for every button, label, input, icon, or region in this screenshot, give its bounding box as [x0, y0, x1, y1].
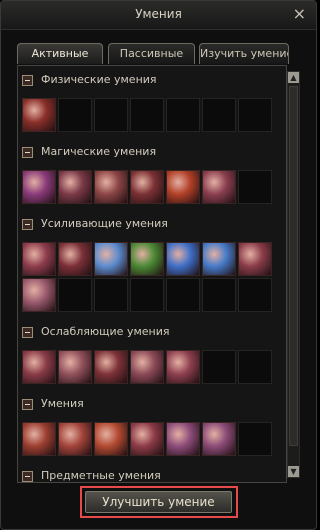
- empty-skill-slot: [94, 278, 128, 312]
- red-seal-skill-icon[interactable]: [166, 350, 200, 384]
- empty-skill-slot: [202, 278, 236, 312]
- shadow-claw-skill-icon[interactable]: [58, 170, 92, 204]
- skill-section-0: Физические умения: [22, 72, 282, 132]
- purple-orb-skill-icon[interactable]: [22, 170, 56, 204]
- section-header[interactable]: Усиливающие умения: [22, 216, 282, 234]
- empty-skill-slot: [58, 98, 92, 132]
- empty-skill-slot: [238, 98, 272, 132]
- skill-section-5: Предметные умения: [22, 468, 282, 482]
- section-header[interactable]: Ослабляющие умения: [22, 324, 282, 342]
- skill-grid: [22, 242, 282, 312]
- collapse-minus-icon[interactable]: [22, 75, 33, 86]
- skill-grid: [22, 170, 282, 204]
- wing-skill-icon[interactable]: [58, 422, 92, 456]
- summon-figure-skill-icon[interactable]: [202, 170, 236, 204]
- purple-guard-skill-icon[interactable]: [166, 422, 200, 456]
- empty-skill-slot: [130, 278, 164, 312]
- section-header[interactable]: Предметные умения: [22, 468, 282, 482]
- section-label: Ослабляющие умения: [41, 325, 170, 338]
- skill-section-2: Усиливающие умения: [22, 216, 282, 312]
- flame-wave-skill-icon[interactable]: [94, 422, 128, 456]
- skill-grid: [22, 350, 282, 384]
- skill-section-3: Ослабляющие умения: [22, 324, 282, 384]
- section-label: Предметные умения: [41, 469, 161, 482]
- purple-crowd-skill-icon[interactable]: [202, 422, 236, 456]
- collapse-minus-icon[interactable]: [22, 327, 33, 338]
- close-icon[interactable]: ×: [293, 4, 306, 23]
- upgrade-skill-button[interactable]: Улучшить умение: [85, 491, 232, 513]
- collapse-minus-icon[interactable]: [22, 471, 33, 482]
- empty-skill-slot: [238, 350, 272, 384]
- blue-caster-skill-icon[interactable]: [202, 242, 236, 276]
- skills-list-panel: Физические умения Магические умения Усилив…: [17, 65, 287, 483]
- section-header[interactable]: Умения: [22, 396, 282, 414]
- title-bar[interactable]: Умения ×: [1, 1, 316, 30]
- empty-skill-slot: [238, 422, 272, 456]
- dragon-skill-icon[interactable]: [22, 422, 56, 456]
- skills-window: Умения × Активные Пассивные Изучить умен…: [0, 0, 317, 530]
- section-label: Магические умения: [41, 145, 157, 158]
- empty-skill-slot: [166, 278, 200, 312]
- skill-grid: [22, 422, 282, 456]
- skill-section-4: Умения: [22, 396, 282, 456]
- swirl-ring-skill-icon[interactable]: [94, 170, 128, 204]
- ice-face-skill-icon[interactable]: [94, 242, 128, 276]
- red-tentacle-skill-icon[interactable]: [22, 350, 56, 384]
- crimson-claw-skill-icon[interactable]: [130, 170, 164, 204]
- skill-tabs: Активные Пассивные Изучить умение: [17, 43, 289, 65]
- empty-skill-slot: [238, 278, 272, 312]
- empty-skill-slot: [130, 98, 164, 132]
- window-title: Умения: [135, 7, 182, 21]
- red-mage-skill-icon[interactable]: [238, 242, 272, 276]
- skill-grid: [22, 98, 282, 132]
- empty-skill-slot: [166, 98, 200, 132]
- sphere-curse-skill-icon[interactable]: [58, 350, 92, 384]
- section-label: Усиливающие умения: [41, 217, 168, 230]
- pink-group-skill-icon[interactable]: [22, 278, 56, 312]
- red-fear-skill-icon[interactable]: [94, 350, 128, 384]
- red-circle-skill-icon[interactable]: [130, 422, 164, 456]
- section-label: Физические умения: [41, 73, 157, 86]
- empty-skill-slot: [202, 98, 236, 132]
- empty-skill-slot: [202, 350, 236, 384]
- collapse-minus-icon[interactable]: [22, 147, 33, 158]
- empty-skill-slot: [238, 170, 272, 204]
- tab-passive-skills[interactable]: Пассивные: [108, 43, 195, 64]
- section-label: Умения: [41, 397, 84, 410]
- blue-wind-skill-icon[interactable]: [166, 242, 200, 276]
- footer-bar: Улучшить умение: [1, 483, 316, 529]
- gear-curse-skill-icon[interactable]: [130, 350, 164, 384]
- section-header[interactable]: Физические умения: [22, 72, 282, 90]
- fire-burst-skill-icon[interactable]: [166, 170, 200, 204]
- skill-section-1: Магические умения: [22, 144, 282, 204]
- collapse-minus-icon[interactable]: [22, 399, 33, 410]
- scroll-thumb[interactable]: [289, 86, 298, 446]
- red-strike-skill-icon[interactable]: [58, 242, 92, 276]
- tab-active-skills[interactable]: Активные: [17, 43, 103, 64]
- tab-learn-skill[interactable]: Изучить умение: [199, 43, 289, 64]
- red-aura-skill-icon[interactable]: [22, 242, 56, 276]
- empty-skill-slot: [94, 98, 128, 132]
- scroll-down-icon[interactable]: ▼: [288, 466, 299, 477]
- section-header[interactable]: Магические умения: [22, 144, 282, 162]
- skills-scrollbar[interactable]: ▲ ▼: [287, 71, 300, 478]
- scroll-up-icon[interactable]: ▲: [288, 72, 299, 83]
- collapse-minus-icon[interactable]: [22, 219, 33, 230]
- empty-skill-slot: [58, 278, 92, 312]
- red-beast-skill-icon[interactable]: [22, 98, 56, 132]
- green-eye-skill-icon[interactable]: [130, 242, 164, 276]
